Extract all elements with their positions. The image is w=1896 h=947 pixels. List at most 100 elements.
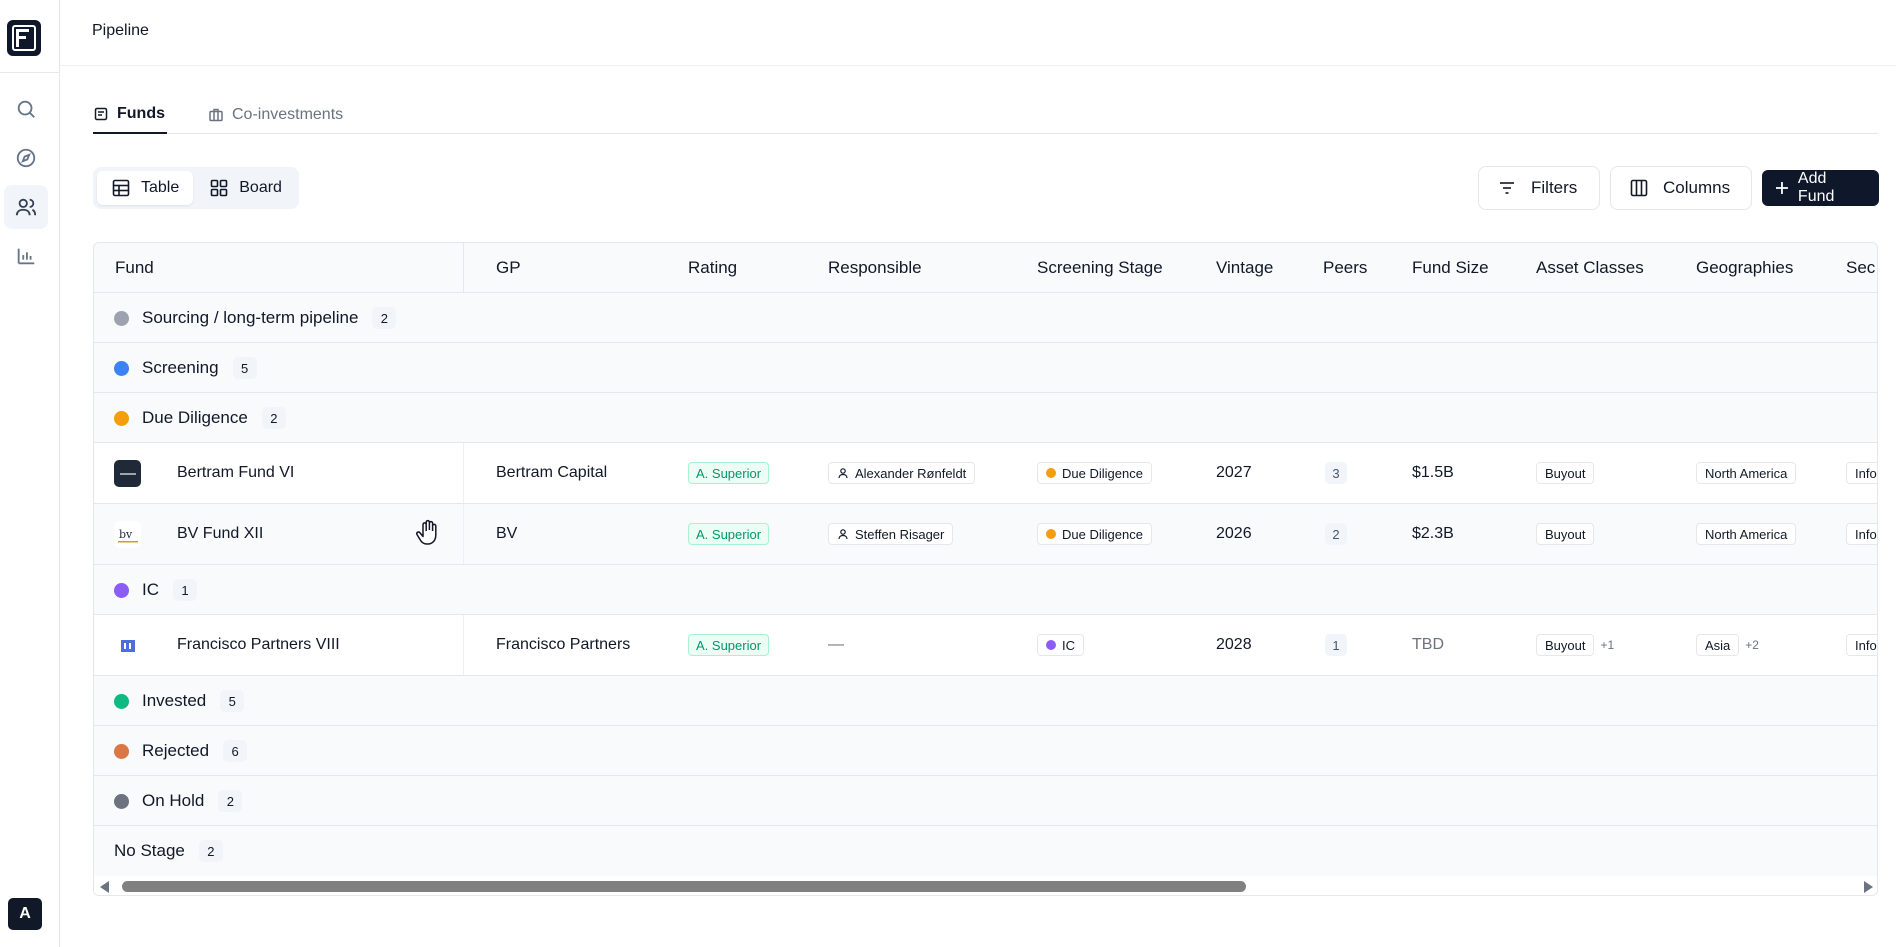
col-header-geographies[interactable]: Geographies <box>1696 243 1793 293</box>
document-icon <box>94 107 108 121</box>
add-fund-button[interactable]: Add Fund <box>1762 170 1879 206</box>
tab-co-investments[interactable]: Co-investments <box>208 96 343 134</box>
group-row-screening[interactable]: Screening 5 <box>94 343 1877 393</box>
group-label: IC <box>142 580 159 599</box>
horizontal-scrollbar[interactable] <box>94 876 1877 895</box>
responsible-pill[interactable]: Alexander Rønfeldt <box>828 462 976 484</box>
col-header-peers[interactable]: Peers <box>1323 243 1367 293</box>
col-header-rating[interactable]: Rating <box>688 243 737 293</box>
col-header-fund-size[interactable]: Fund Size <box>1412 243 1489 293</box>
fund-size-cell: TBD <box>1412 636 1444 653</box>
scrollbar-thumb[interactable] <box>122 881 1246 892</box>
stage-dot <box>1046 468 1056 478</box>
sidebar: A <box>0 0 60 947</box>
scroll-right-arrow[interactable] <box>1864 881 1873 893</box>
group-label: Screening <box>142 358 219 377</box>
table-icon <box>112 179 130 197</box>
table-row[interactable]: Francisco Partners VIII Francisco Partne… <box>94 615 1877 676</box>
peers-badge[interactable]: 3 <box>1325 462 1347 484</box>
stage-dot <box>114 744 129 759</box>
asset-class-pill: Buyout <box>1536 462 1595 484</box>
table-row[interactable]: Bertram Fund VI Bertram Capital A. Super… <box>94 443 1877 504</box>
col-header-vintage[interactable]: Vintage <box>1216 243 1273 293</box>
nav-analytics-button[interactable] <box>4 234 48 278</box>
hand-cursor-icon <box>416 519 437 545</box>
user-icon <box>838 529 848 540</box>
top-bar: Pipeline <box>60 0 1896 66</box>
stage-dot <box>114 411 129 426</box>
user-avatar[interactable]: A <box>8 898 42 930</box>
col-header-sec[interactable]: Sec <box>1846 243 1875 293</box>
group-count-badge: 2 <box>218 790 243 812</box>
rating-badge: A. Superior <box>688 523 770 545</box>
filter-icon <box>1500 182 1514 194</box>
col-header-fund[interactable]: Fund <box>115 243 154 293</box>
fund-name[interactable]: Francisco Partners VIII <box>177 615 340 675</box>
col-header-gp[interactable]: GP <box>496 243 521 293</box>
stage-dot <box>114 361 129 376</box>
stage-pill[interactable]: IC <box>1037 634 1084 656</box>
nav-explore-button[interactable] <box>4 136 48 180</box>
group-count-badge: 2 <box>372 307 397 329</box>
group-count-badge: 2 <box>198 840 223 862</box>
view-toggle: Table Board <box>93 167 299 209</box>
peers-badge[interactable]: 2 <box>1325 523 1347 545</box>
responsible-empty[interactable]: — <box>828 615 844 675</box>
group-label: Sourcing / long-term pipeline <box>142 308 359 327</box>
group-row-no-stage[interactable]: No Stage 2 <box>94 826 1877 876</box>
columns-icon <box>1630 179 1648 197</box>
vintage-cell: 2028 <box>1216 636 1252 653</box>
fund-name[interactable]: BV Fund XII <box>177 504 263 564</box>
fund-logo <box>114 460 141 487</box>
grid-icon <box>210 179 228 197</box>
responsible-pill[interactable]: Steffen Risager <box>828 523 954 545</box>
table-view-button[interactable]: Table <box>97 171 194 205</box>
tab-funds-label: Funds <box>117 105 165 122</box>
group-row-due-diligence[interactable]: Due Diligence 2 <box>94 393 1877 443</box>
tab-co-investments-label: Co-investments <box>232 106 344 123</box>
funds-table: Fund GP Rating Responsible Screening Sta… <box>93 242 1878 896</box>
group-label: On Hold <box>142 791 205 810</box>
page-title: Pipeline <box>92 22 149 39</box>
board-view-button[interactable]: Board <box>195 171 296 205</box>
group-label: Due Diligence <box>142 408 248 427</box>
stage-pill[interactable]: Due Diligence <box>1037 523 1152 545</box>
stage-dot <box>1046 529 1056 539</box>
group-row-invested[interactable]: Invested 5 <box>94 676 1877 726</box>
peers-badge[interactable]: 1 <box>1325 634 1347 656</box>
col-header-screening-stage[interactable]: Screening Stage <box>1037 243 1163 293</box>
stage-dot <box>114 311 129 326</box>
filters-button[interactable]: Filters <box>1478 166 1600 210</box>
geography-pill: North America <box>1696 523 1797 545</box>
sector-pill: Info <box>1846 523 1877 545</box>
app-logo[interactable] <box>7 20 41 56</box>
stage-label: Due Diligence <box>1062 465 1143 481</box>
nav-pipeline-button[interactable] <box>4 185 48 229</box>
group-row-sourcing[interactable]: Sourcing / long-term pipeline 2 <box>94 293 1877 343</box>
columns-button[interactable]: Columns <box>1610 166 1752 210</box>
stage-pill[interactable]: Due Diligence <box>1037 462 1152 484</box>
geography-more[interactable]: +2 <box>1745 638 1759 652</box>
table-row[interactable]: bv BV Fund XII BV A. Superior Steffen Ri… <box>94 504 1877 565</box>
bar-chart-icon <box>17 248 35 265</box>
group-row-on-hold[interactable]: On Hold 2 <box>94 776 1877 826</box>
group-label: Rejected <box>142 741 210 760</box>
fund-size-cell: $1.5B <box>1412 464 1454 481</box>
vintage-cell: 2026 <box>1216 525 1252 542</box>
group-row-rejected[interactable]: Rejected 6 <box>94 726 1877 776</box>
table-view-label: Table <box>141 179 180 196</box>
fund-name[interactable]: Bertram Fund VI <box>177 443 294 503</box>
col-header-asset-classes[interactable]: Asset Classes <box>1536 243 1644 293</box>
asset-class-more[interactable]: +1 <box>1600 638 1614 652</box>
scroll-left-arrow[interactable] <box>100 881 109 893</box>
col-header-responsible[interactable]: Responsible <box>828 243 922 293</box>
group-count-badge: 2 <box>261 407 286 429</box>
group-count-badge: 5 <box>232 357 257 379</box>
gp-cell: BV <box>496 525 518 542</box>
nav-search-button[interactable] <box>4 87 48 131</box>
group-row-ic[interactable]: IC 1 <box>94 565 1877 615</box>
group-count-badge: 5 <box>220 690 245 712</box>
fund-logo: bv <box>114 521 141 548</box>
tab-funds[interactable]: Funds <box>93 96 167 134</box>
stage-dot <box>1046 640 1056 650</box>
